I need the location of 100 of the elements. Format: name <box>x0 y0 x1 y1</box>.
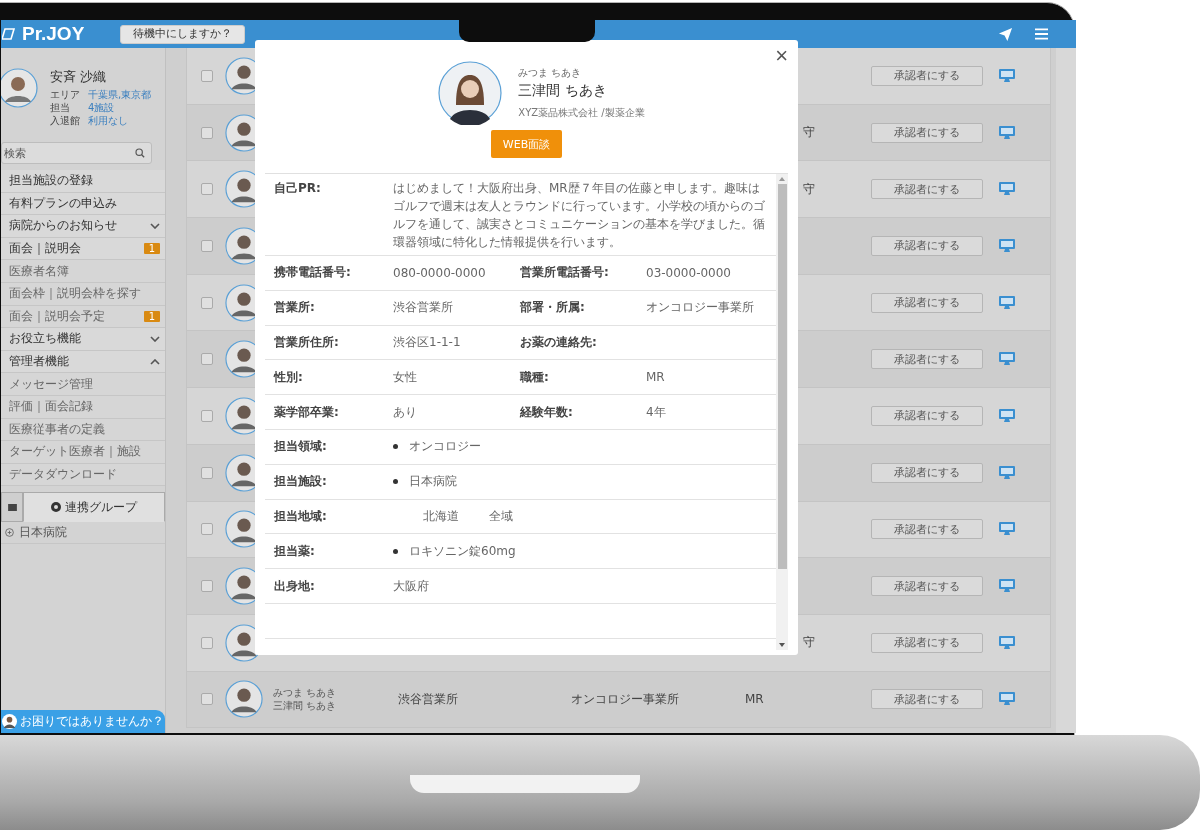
menu-item[interactable]: 面会｜説明会 1 <box>1 237 165 261</box>
scrollbar[interactable] <box>776 174 788 650</box>
monitor-icon[interactable] <box>999 635 1015 650</box>
bullet-icon <box>393 479 398 485</box>
field-label: 営業所電話番号: <box>520 264 610 282</box>
approver-button[interactable]: 承認者にする <box>871 179 983 200</box>
field-value[interactable]: 千葉県,東京都 <box>88 88 152 101</box>
bullet-icon <box>393 548 398 554</box>
checkbox[interactable] <box>201 466 213 479</box>
approver-button[interactable]: 承認者にする <box>871 576 983 597</box>
monitor-icon[interactable] <box>999 579 1015 594</box>
scrollbar[interactable] <box>1056 48 1076 733</box>
role-text: MR <box>745 692 764 707</box>
field-value: 渋谷区1-1-1 <box>393 335 461 349</box>
logo-icon <box>2 27 16 41</box>
menu-item[interactable]: 病院からのお知らせ <box>1 215 165 238</box>
field-value[interactable]: 4施設 <box>88 101 115 114</box>
scroll-up-icon[interactable] <box>779 177 785 181</box>
approver-button[interactable]: 承認者にする <box>871 122 983 143</box>
approver-button[interactable]: 承認者にする <box>871 292 983 313</box>
sidebar-tab[interactable] <box>1 492 23 523</box>
cell-text: 守 <box>803 635 815 650</box>
monitor-icon[interactable] <box>999 408 1015 423</box>
field-label: 薬学部卒業: <box>273 403 340 421</box>
status-button[interactable]: 待機中にしますか？ <box>120 24 246 44</box>
paper-plane-icon[interactable] <box>998 26 1013 42</box>
menu-item[interactable]: 管理者機能 <box>1 350 165 374</box>
count-badge: 1 <box>143 243 160 255</box>
monitor-icon[interactable] <box>999 182 1015 197</box>
field-label: 担当地域: <box>273 507 328 525</box>
sidebar-tab[interactable]: 連携グループ <box>23 492 165 523</box>
field-label: 担当領域: <box>273 438 328 456</box>
field-label: 部署・所属: <box>520 299 586 317</box>
company-text: XYZ薬品株式会社 /製薬企業 <box>518 106 645 120</box>
close-button[interactable]: × <box>772 43 791 69</box>
department-text: オンコロジー事業所 <box>571 691 679 706</box>
field-label: 携帯電話番号: <box>273 264 352 282</box>
approver-button[interactable]: 承認者にする <box>871 235 983 256</box>
field-label: お薬の連絡先: <box>520 334 598 351</box>
scroll-down-icon[interactable] <box>779 643 785 647</box>
checkbox[interactable] <box>201 693 213 706</box>
checkbox[interactable] <box>201 353 213 366</box>
monitor-icon[interactable] <box>999 68 1015 83</box>
group-item[interactable]: 日本病院 <box>1 522 165 545</box>
person-name: 三津間 ちあき <box>518 82 608 100</box>
cell-text: 守 <box>803 125 815 140</box>
monitor-icon[interactable] <box>999 125 1015 140</box>
monitor-icon[interactable] <box>999 522 1015 537</box>
monitor-icon[interactable] <box>999 238 1015 253</box>
field-value: 大阪府 <box>393 577 430 595</box>
app-logo: Pr.JOY <box>22 23 85 45</box>
menu-item[interactable]: お役立ち機能 <box>1 328 165 351</box>
checkbox[interactable] <box>201 69 213 82</box>
monitor-icon[interactable] <box>999 692 1015 707</box>
search-icon <box>135 148 145 158</box>
menu-item[interactable]: 担当施設の登録 <box>1 170 165 193</box>
approver-button[interactable]: 承認者にする <box>871 689 983 710</box>
avatar-icon <box>1 68 38 108</box>
approver-button[interactable]: 承認者にする <box>871 405 983 426</box>
field-value: 全域 <box>489 507 513 525</box>
field-label: 性別: <box>272 368 304 386</box>
monitor-icon[interactable] <box>999 295 1015 310</box>
field-label: 営業所: <box>273 299 316 317</box>
checkbox[interactable] <box>201 183 213 196</box>
field-value: 北海道 <box>423 507 459 525</box>
field-value: 080-0000-0000 <box>393 265 486 280</box>
field-value: 4年 <box>646 404 666 419</box>
checkbox[interactable] <box>201 239 213 252</box>
checkbox[interactable] <box>201 580 213 593</box>
mail-icon <box>7 503 17 511</box>
field-value: 女性 <box>393 369 417 384</box>
search-field[interactable]: 検索 <box>1 142 152 164</box>
approver-button[interactable]: 承認者にする <box>871 519 983 540</box>
field-label: 担当施設: <box>273 473 328 491</box>
field-label: 職種: <box>520 368 550 386</box>
checkbox[interactable] <box>201 636 213 649</box>
approver-button[interactable]: 承認者にする <box>871 349 983 370</box>
field-label: 自己PR: <box>273 180 322 197</box>
checkbox[interactable] <box>201 126 213 139</box>
checkbox[interactable] <box>201 523 213 536</box>
approver-button[interactable]: 承認者にする <box>871 632 983 653</box>
field-value: はじめまして！大阪府出身、MR歴７年目の佐藤と申します。趣味はゴルフで週末は友人とラウンドに行っています。小学校の頃からのゴルフを通して、誠実さとコミュニケーションの基本を学びました。循環器領域に特化した情報提供を行います。 <box>393 180 766 251</box>
avatar-icon <box>438 61 503 125</box>
field-value: MR <box>646 370 665 385</box>
avatar-icon <box>2 714 17 729</box>
approver-button[interactable]: 承認者にする <box>871 462 983 483</box>
checkbox[interactable] <box>201 296 213 309</box>
field-value: 渋谷営業所 <box>393 300 453 315</box>
count-badge: 1 <box>143 310 160 322</box>
field-label: エリア <box>50 88 81 101</box>
menu-icon[interactable] <box>1035 28 1048 40</box>
field-value[interactable]: 利用なし <box>88 114 128 127</box>
field-value: 03-0000-0000 <box>646 265 731 280</box>
monitor-icon[interactable] <box>999 352 1015 367</box>
menu-item[interactable]: 有料プランの申込み <box>1 192 165 216</box>
field-label: 担当 <box>50 101 71 114</box>
checkbox[interactable] <box>201 409 213 422</box>
list-item-text: 日本病院 <box>409 473 457 491</box>
approver-button[interactable]: 承認者にする <box>871 65 983 86</box>
monitor-icon[interactable] <box>999 465 1015 480</box>
